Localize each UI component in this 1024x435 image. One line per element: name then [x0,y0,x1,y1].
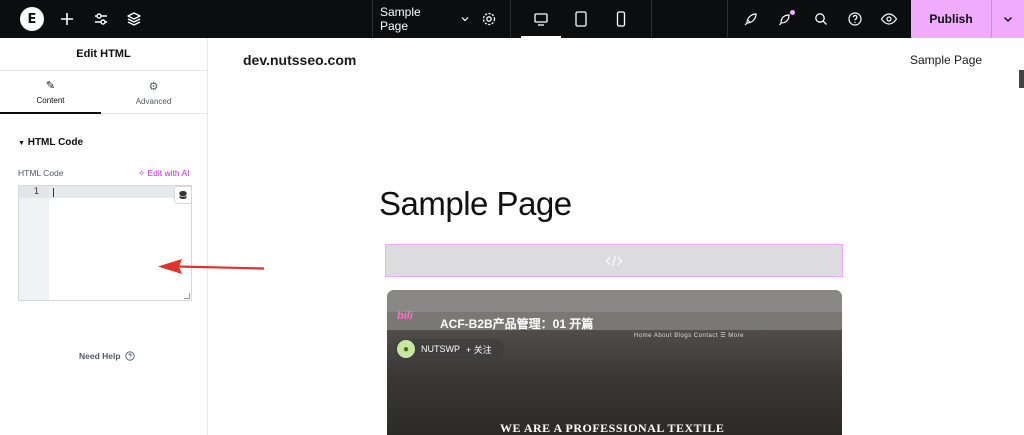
video-channel-badge[interactable]: ● NUTSWP + 关注 [395,339,504,359]
divider [651,0,652,38]
site-title[interactable]: dev.nutsseo.com [243,52,356,68]
preview-button[interactable] [878,0,900,38]
plus-icon [61,13,73,25]
tab-advanced[interactable]: ⚙ Advanced [103,71,204,114]
section-toggle-html-code[interactable]: ▼ HTML Code [18,137,83,148]
whats-new-button[interactable] [775,0,797,38]
editor-panel: Edit HTML ✎ Content ⚙ Advanced ▼ HTML Co… [0,38,208,435]
site-settings-button[interactable] [90,0,112,38]
edit-with-ai-link[interactable]: ✧ Edit with AI [138,168,190,179]
search-icon [815,13,827,25]
video-title[interactable]: ACF-B2B产品管理：01 开篇 [440,315,593,332]
chevron-down-icon [1004,17,1012,22]
sliders-icon [95,13,107,25]
video-browser-chrome [387,290,842,312]
caret-down-icon: ▼ [18,140,25,147]
top-toolbar: E Sample Page Publish [0,0,1024,38]
video-banner-text: WE ARE A PROFESSIONAL TEXTILE [500,421,725,435]
html-code-label: HTML Code [18,168,64,178]
need-help-label: Need Help [79,351,121,361]
rocket-icon [744,13,757,26]
device-tablet-button[interactable] [567,0,595,38]
panel-tabs: ✎ Content ⚙ Advanced [0,71,207,114]
page-title-dropdown[interactable]: Sample Page [380,0,470,38]
question-circle-icon [124,351,135,361]
tab-content-label: Content [36,95,65,105]
channel-avatar: ● [397,340,415,358]
edit-with-ai-label: Edit with AI [147,168,190,178]
structure-button[interactable] [123,0,145,38]
pencil-icon: ✎ [45,79,56,92]
mobile-icon [616,11,626,27]
channel-name: NUTSWP [421,344,460,354]
dynamic-tags-button[interactable] [174,186,192,204]
divider [727,0,728,38]
line-number: 1 [19,186,49,198]
tab-content[interactable]: ✎ Content [0,71,101,114]
scrollbar-thumb[interactable] [1019,70,1024,88]
section-title-label: HTML Code [27,137,84,148]
device-desktop-button[interactable] [527,0,555,38]
page-title-label: Sample Page [380,5,421,33]
desktop-icon [534,13,548,26]
layers-icon [127,12,141,26]
resize-handle[interactable] [184,293,190,299]
add-element-button[interactable] [56,0,78,38]
eye-icon [880,13,898,25]
chevron-down-icon [461,17,469,22]
red-arrow-annotation [158,259,265,274]
help-button[interactable] [844,0,866,38]
page-settings-button[interactable] [478,0,500,38]
bilibili-logo: bili [397,310,413,322]
nav-item-sample-page[interactable]: Sample Page [910,53,982,67]
finder-button[interactable] [810,0,832,38]
page-heading[interactable]: Sample Page [379,185,572,223]
video-site-nav: Home About Blogs Contact ☰ More [634,333,744,339]
notification-dot [790,10,795,15]
panel-title: Edit HTML [0,38,207,71]
elementor-logo-button[interactable]: E [20,7,44,31]
sparkle-icon: ✧ [138,168,146,178]
tablet-icon [575,11,587,27]
canvas-scrollbar[interactable] [1018,38,1024,435]
active-line-highlight [49,186,191,198]
divider [372,0,373,38]
publish-options-button[interactable] [991,0,1024,38]
follow-button[interactable]: + 关注 [466,343,492,356]
tab-advanced-label: Advanced [135,96,172,106]
text-cursor [53,188,54,197]
gear-icon [482,12,496,26]
code-icon [605,254,623,267]
device-mobile-button[interactable] [607,0,635,38]
need-help-link[interactable]: Need Help [79,351,135,361]
publish-button[interactable]: Publish [911,0,991,38]
line-gutter [19,186,49,300]
launchpad-button[interactable] [740,0,762,38]
video-embed[interactable]: Home About Blogs Contact ☰ More bili ACF… [387,290,842,435]
html-widget-placeholder[interactable] [385,244,843,277]
html-code-editor[interactable]: 1 [18,185,192,301]
database-icon [179,191,187,199]
question-circle-icon [848,12,862,26]
divider [510,0,511,38]
gear-icon: ⚙ [148,80,159,93]
